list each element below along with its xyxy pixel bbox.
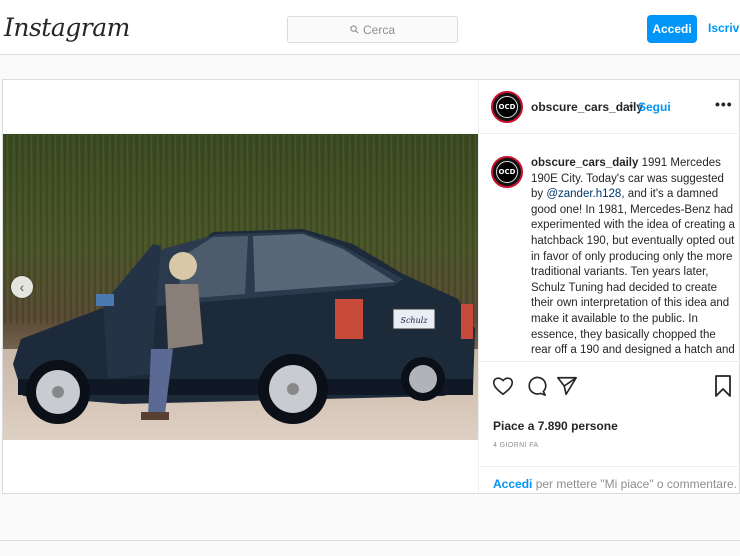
instagram-logo[interactable]: Instagram [4,13,130,42]
share-icon[interactable] [556,375,578,397]
avatar[interactable]: OCD [491,91,523,123]
login-prompt-text: per mettere "Mi piace" o commentare. [532,477,737,491]
license-plate-text: Schulz [400,316,428,325]
post-header: OCD obscure_cars_daily • Segui ••• [479,80,740,134]
avatar-logo: OCD [496,96,518,118]
separator-dot: • [629,99,634,113]
bookmark-icon[interactable] [714,375,732,397]
post-caption: obscure_cars_daily 1991 Mercedes 190E Ci… [531,156,737,359]
search-icon [350,25,359,34]
follow-link[interactable]: Segui [638,100,671,114]
heart-icon[interactable] [492,376,514,396]
caption-area: OCD obscure_cars_daily 1991 Mercedes 190… [479,134,740,360]
caption-avatar-logo: OCD [496,161,518,183]
caption-mention[interactable]: @zander.h128 [546,188,621,200]
caption-text-2: , and it's a damned good one! In 1981, M… [531,188,735,357]
post-media: Schulz ‹ [3,80,478,493]
signup-link[interactable]: Iscriviti [708,21,740,35]
chevron-left-icon: ‹ [19,279,25,295]
previous-image-button[interactable]: ‹ [11,276,33,298]
post-card: Schulz ‹ OCD obscure_cars_daily • Segui … [2,79,740,494]
likes-count[interactable]: Piace a 7.890 persone [493,419,618,433]
more-icon[interactable]: ••• [715,96,733,112]
post-username[interactable]: obscure_cars_daily [531,100,643,114]
post-sidebar: OCD obscure_cars_daily • Segui ••• OCD o… [478,80,740,493]
post-date: 4 GIORNI FA [493,442,539,449]
top-navigation-bar: Instagram Cerca Accedi Iscriviti [0,0,740,55]
login-button[interactable]: Accedi [647,15,697,43]
divider [479,466,740,467]
page-divider [0,540,740,541]
comment-icon[interactable] [525,375,547,397]
login-prompt: Accedi per mettere "Mi piace" o commenta… [493,477,737,491]
search-box[interactable]: Cerca [287,16,458,43]
post-photo[interactable]: Schulz [3,134,478,440]
caption-username[interactable]: obscure_cars_daily [531,157,638,169]
login-prompt-link[interactable]: Accedi [493,477,532,491]
post-actions: Piace a 7.890 persone 4 GIORNI FA Accedi… [479,361,740,493]
search-placeholder: Cerca [362,22,395,37]
caption-avatar[interactable]: OCD [491,156,523,188]
